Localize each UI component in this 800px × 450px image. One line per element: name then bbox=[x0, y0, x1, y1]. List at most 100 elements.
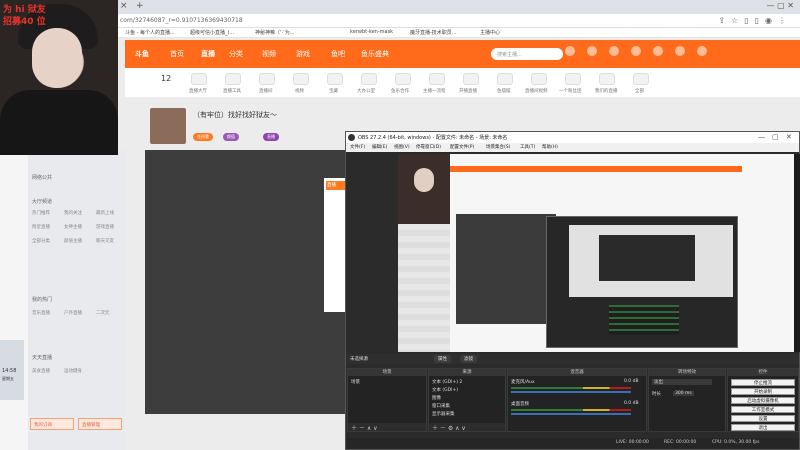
stop-streaming-button[interactable]: 停止推流 bbox=[731, 379, 795, 386]
subnav-icon[interactable] bbox=[463, 73, 479, 85]
sidebar-item[interactable]: 女神主播 bbox=[64, 224, 82, 230]
subnav-icon[interactable] bbox=[293, 73, 309, 85]
bookmark-item[interactable]: 魔牙直播-技术职员... bbox=[410, 29, 457, 36]
nav-item-video[interactable]: 视频 bbox=[262, 49, 276, 59]
subnav-icon[interactable] bbox=[531, 73, 547, 85]
bookmark-item[interactable]: 超级可信小直播_(... bbox=[190, 29, 234, 36]
filters-button[interactable]: 滤镜 bbox=[460, 355, 477, 363]
subnav-icon[interactable] bbox=[599, 73, 615, 85]
creator-icon[interactable] bbox=[675, 46, 685, 56]
maximize-icon[interactable]: ▢ bbox=[772, 133, 779, 141]
properties-button[interactable]: 属性 bbox=[434, 355, 451, 363]
menu-scene-collection[interactable]: 场景集合(S) bbox=[486, 144, 510, 150]
minimize-icon[interactable]: — bbox=[758, 133, 765, 141]
volume-slider[interactable] bbox=[511, 413, 631, 415]
nav-item-games[interactable]: 游戏 bbox=[296, 49, 310, 59]
nav-item-category[interactable]: 分类 bbox=[229, 49, 243, 59]
sidebar-item[interactable]: 我的关注 bbox=[64, 210, 82, 216]
menu-profile[interactable]: 配置文件(P) bbox=[450, 144, 474, 150]
start-recording-button[interactable]: 开始录制 bbox=[731, 388, 795, 395]
stream-tag[interactable]: 在线哦 bbox=[193, 133, 213, 141]
bookmark-item[interactable]: 神秘神嘛（‘·’为... bbox=[255, 29, 295, 36]
transition-select[interactable]: 淡出 bbox=[652, 379, 712, 385]
nav-item-home[interactable]: 首页 bbox=[170, 49, 184, 59]
duration-input[interactable]: 300 ms bbox=[673, 391, 694, 396]
sidebar-item[interactable]: 全部分类 bbox=[32, 238, 50, 244]
menu-edit[interactable]: 编辑(E) bbox=[372, 144, 387, 150]
message-icon[interactable] bbox=[631, 46, 641, 56]
close-tab-icon[interactable]: × bbox=[120, 1, 130, 13]
sidebar-section[interactable]: 网络公共 bbox=[32, 174, 52, 181]
new-tab-icon[interactable]: + bbox=[136, 1, 146, 13]
nav-item-live[interactable]: 直播 bbox=[201, 49, 215, 59]
subnav-icon[interactable] bbox=[429, 73, 445, 85]
studio-mode-button[interactable]: 工作室模式 bbox=[731, 406, 795, 413]
subnav-icon[interactable] bbox=[497, 73, 513, 85]
bookmark-item[interactable]: 斗鱼 - 每个人的直播... bbox=[125, 29, 175, 36]
sources-toolbar[interactable]: ＋ － ⚙ ∧ ∨ bbox=[429, 423, 505, 432]
sidebar-item[interactable]: 运动健身 bbox=[64, 368, 82, 374]
site-logo[interactable]: 斗鱼 bbox=[135, 49, 149, 59]
subnav-icon[interactable] bbox=[395, 73, 411, 85]
sidebar-item[interactable]: 聊天交友 bbox=[96, 238, 114, 244]
menu-view[interactable]: 视图(V) bbox=[394, 144, 410, 150]
sidebar-item[interactable]: 颜值主播 bbox=[64, 238, 82, 244]
menu-help[interactable]: 帮助(H) bbox=[542, 144, 558, 150]
sidebar-section[interactable]: 我的热门 bbox=[32, 296, 52, 303]
subnav-icon[interactable] bbox=[259, 73, 275, 85]
volume-slider[interactable] bbox=[511, 391, 631, 393]
subnav-icon[interactable] bbox=[565, 73, 581, 85]
sidebar-item[interactable]: 美食直播 bbox=[32, 368, 50, 374]
video-player[interactable] bbox=[145, 150, 345, 414]
bookmark-item[interactable]: 主播中心 bbox=[480, 29, 500, 36]
source-item[interactable]: 文本 (GDI+) bbox=[432, 387, 458, 393]
nav-item-yuba[interactable]: 鱼吧 bbox=[331, 49, 345, 59]
subnav-icon[interactable] bbox=[225, 73, 241, 85]
scenes-toolbar[interactable]: ＋ － ∧ ∨ bbox=[348, 423, 426, 432]
manage-button[interactable]: 直播管理 bbox=[78, 418, 122, 430]
sidebar-item[interactable]: 最新上线 bbox=[96, 210, 114, 216]
source-item[interactable]: 显示器采集 bbox=[432, 411, 455, 417]
address-bar[interactable]: com/32746087_r=0.9107136369430718 ⇪☆▯▯◉⋮ bbox=[0, 14, 800, 28]
sidebar-item[interactable]: 音乐直播 bbox=[32, 310, 50, 316]
nav-item-gala[interactable]: 鱼乐盛典 bbox=[361, 49, 389, 59]
url-text[interactable]: com/32746087_r=0.9107136369430718 bbox=[120, 17, 243, 24]
sidebar-section[interactable]: 大厅频道 bbox=[32, 198, 52, 205]
sidebar-item[interactable]: 二次元 bbox=[96, 310, 110, 316]
window-controls[interactable]: — ▢ ✕ bbox=[767, 1, 794, 10]
obs-preview[interactable] bbox=[398, 154, 800, 352]
subnav-icon[interactable] bbox=[633, 73, 649, 85]
close-icon[interactable]: ✕ bbox=[786, 133, 792, 141]
menu-file[interactable]: 文件(F) bbox=[350, 144, 365, 150]
streamer-avatar[interactable] bbox=[150, 108, 186, 144]
history-icon[interactable] bbox=[565, 46, 575, 56]
open-live-icon[interactable] bbox=[653, 46, 663, 56]
sidebar-item[interactable]: 热门推荐 bbox=[32, 210, 50, 216]
subscribe-button[interactable]: 我的订阅 bbox=[30, 418, 74, 430]
sidebar-section[interactable]: 天天直播 bbox=[32, 354, 52, 361]
obs-titlebar[interactable]: OBS 27.2.4 (64-bit, windows) - 配置文件: 未命名… bbox=[346, 132, 799, 143]
exit-button[interactable]: 退出 bbox=[731, 424, 795, 431]
avatar[interactable] bbox=[697, 46, 707, 56]
source-item[interactable]: 文本 (GDI+) 2 bbox=[432, 379, 462, 385]
subnav-icon[interactable] bbox=[327, 73, 343, 85]
bookmark-item[interactable]: kerwbt-ken-mask bbox=[350, 29, 393, 35]
menu-dock[interactable]: 停靠窗口(D) bbox=[416, 144, 441, 150]
follow-icon[interactable] bbox=[587, 46, 597, 56]
download-icon[interactable] bbox=[609, 46, 619, 56]
stream-tag[interactable]: 直播 bbox=[263, 133, 279, 141]
settings-button[interactable]: 设置 bbox=[731, 415, 795, 422]
menu-tools[interactable]: 工具(T) bbox=[520, 144, 535, 150]
stream-tag[interactable]: 颜值 bbox=[223, 133, 239, 141]
virtual-camera-button[interactable]: 启动虚拟摄像机 bbox=[731, 397, 795, 404]
subnav-icon[interactable] bbox=[191, 73, 207, 85]
sidebar-item[interactable]: 户外直播 bbox=[64, 310, 82, 316]
subnav-icon[interactable] bbox=[361, 73, 377, 85]
sidebar-item[interactable]: 附近直播 bbox=[32, 224, 50, 230]
source-item[interactable]: 图像 bbox=[432, 395, 441, 401]
sidebar-item[interactable]: 游戏直播 bbox=[96, 224, 114, 230]
search-input[interactable]: 搜索主播... bbox=[491, 48, 563, 60]
source-item[interactable]: 窗口采集 bbox=[432, 403, 450, 409]
toolbar-icons[interactable]: ⇪☆▯▯◉⋮ bbox=[718, 16, 792, 25]
scene-item[interactable]: 场景 bbox=[351, 379, 360, 385]
